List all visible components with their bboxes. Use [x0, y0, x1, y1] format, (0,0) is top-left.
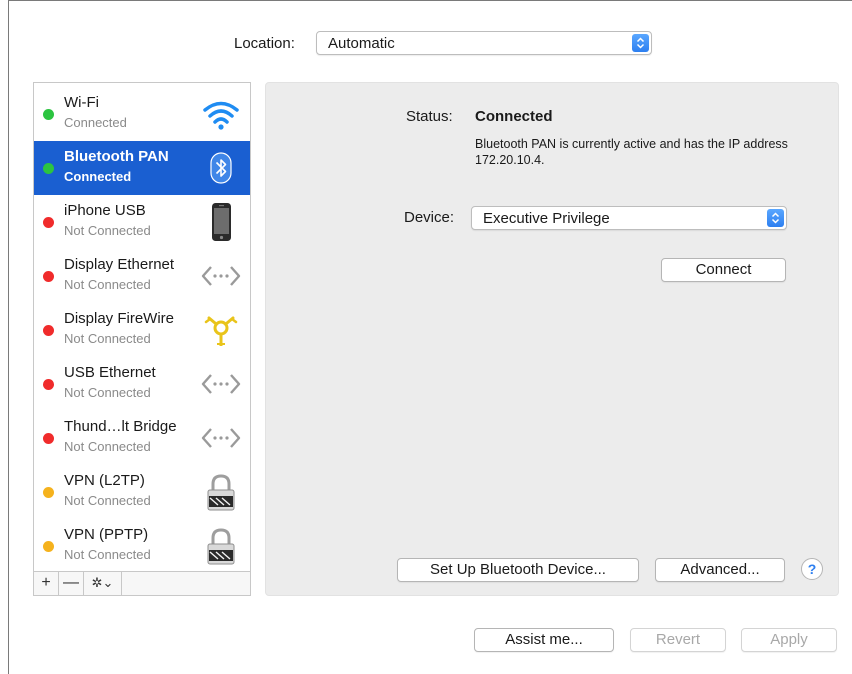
popup-arrows-icon: [767, 209, 784, 227]
service-item[interactable]: Thund…lt Bridge Not Connected: [34, 411, 250, 465]
ethernet-icon: [200, 363, 242, 405]
iphone-icon: [200, 201, 242, 243]
lock-icon: [200, 525, 242, 567]
wifi-icon: [200, 93, 242, 135]
window-top-border: [8, 0, 852, 1]
service-name: USB Ethernet: [64, 364, 156, 381]
service-status: Not Connected: [64, 331, 151, 346]
apply-button[interactable]: Apply: [741, 628, 837, 652]
firewire-icon: [200, 309, 242, 351]
device-value: Executive Privilege: [483, 210, 610, 227]
service-list: Wi-Fi Connected Bluetooth PAN Connected iPho…: [34, 87, 250, 573]
status-dot-icon: [43, 433, 54, 444]
assist-me-button[interactable]: Assist me...: [474, 628, 614, 652]
sidebar-toolbar: + — ✲⌄: [34, 571, 250, 595]
service-status: Not Connected: [64, 223, 151, 238]
service-item[interactable]: VPN (PPTP) Not Connected: [34, 519, 250, 573]
service-status: Not Connected: [64, 385, 151, 400]
service-name: Display FireWire: [64, 310, 175, 327]
setup-bluetooth-device-button[interactable]: Set Up Bluetooth Device...: [397, 558, 639, 582]
lock-icon: [200, 471, 242, 513]
ethernet-icon: [200, 255, 242, 297]
status-label: Status:: [406, 108, 453, 125]
service-item[interactable]: iPhone USB Not Connected: [34, 195, 250, 249]
location-label: Location:: [234, 35, 295, 52]
service-name: VPN (PPTP): [64, 526, 149, 543]
status-dot-icon: [43, 109, 54, 120]
location-value: Automatic: [328, 35, 395, 52]
add-service-button[interactable]: +: [34, 572, 59, 595]
service-status: Not Connected: [64, 547, 151, 562]
connect-button[interactable]: Connect: [661, 258, 786, 282]
service-status: Connected: [64, 169, 132, 184]
bluetooth-icon: [200, 147, 242, 189]
ethernet-icon: [200, 417, 242, 459]
service-status: Not Connected: [64, 493, 151, 508]
status-value: Connected: [475, 108, 553, 125]
service-item[interactable]: USB Ethernet Not Connected: [34, 357, 250, 411]
service-item[interactable]: Bluetooth PAN Connected: [34, 141, 250, 195]
service-name: Thund…lt Bridge: [64, 418, 177, 435]
gear-menu-button[interactable]: ✲⌄: [84, 572, 122, 595]
popup-arrows-icon: [632, 34, 649, 52]
status-dot-icon: [43, 163, 54, 174]
status-dot-icon: [43, 217, 54, 228]
revert-button[interactable]: Revert: [630, 628, 726, 652]
window-left-border: [8, 0, 9, 674]
help-button[interactable]: ?: [801, 558, 823, 580]
status-description: Bluetooth PAN is currently active and ha…: [475, 137, 788, 167]
status-dot-icon: [43, 325, 54, 336]
service-item[interactable]: Display FireWire Not Connected: [34, 303, 250, 357]
device-popup[interactable]: Executive Privilege: [471, 206, 787, 230]
location-popup[interactable]: Automatic: [316, 31, 652, 55]
service-status: Not Connected: [64, 439, 151, 454]
status-dot-icon: [43, 271, 54, 282]
service-item[interactable]: VPN (L2TP) Not Connected: [34, 465, 250, 519]
service-item[interactable]: Wi-Fi Connected: [34, 87, 250, 141]
status-dot-icon: [43, 541, 54, 552]
device-label: Device:: [404, 209, 455, 226]
location-row: Location: Automatic: [0, 31, 852, 57]
service-name: VPN (L2TP): [64, 472, 145, 489]
service-status: Connected: [64, 115, 127, 130]
service-name: Display Ethernet: [64, 256, 175, 273]
remove-service-button[interactable]: —: [59, 572, 84, 595]
status-dot-icon: [43, 487, 54, 498]
service-status: Not Connected: [64, 277, 151, 292]
advanced-button[interactable]: Advanced...: [655, 558, 785, 582]
service-sidebar: Wi-Fi Connected Bluetooth PAN Connected iPho…: [33, 82, 251, 596]
status-dot-icon: [43, 379, 54, 390]
service-name: Wi-Fi: [64, 94, 99, 111]
service-name: Bluetooth PAN: [64, 148, 169, 165]
service-item[interactable]: Display Ethernet Not Connected: [34, 249, 250, 303]
service-name: iPhone USB: [64, 202, 146, 219]
